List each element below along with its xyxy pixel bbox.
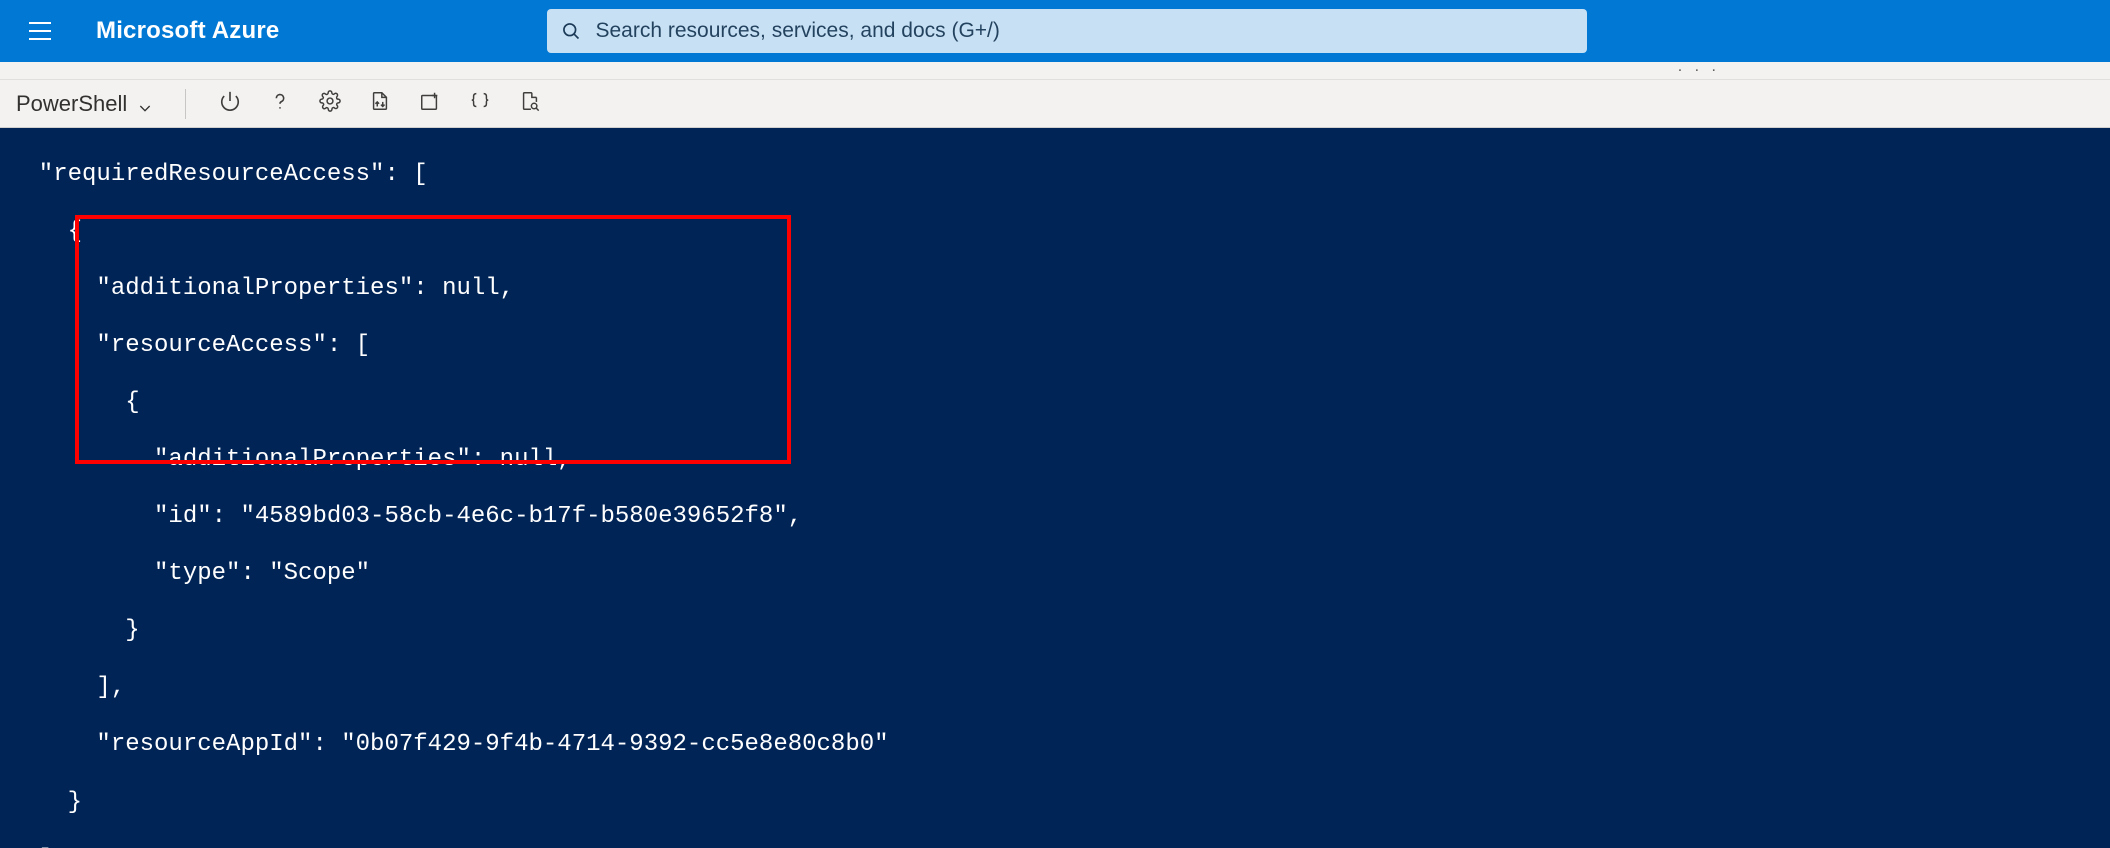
terminal-line: { <box>10 218 82 245</box>
cloud-shell-toolbar: PowerShell <box>0 80 2110 128</box>
header-divider: . . . <box>0 62 2110 80</box>
file-transfer-icon <box>369 90 391 117</box>
chevron-down-icon <box>137 96 153 112</box>
terminal-line: } <box>10 789 82 816</box>
terminal-line: "additionalProperties": null, <box>10 446 572 473</box>
search-input[interactable] <box>595 19 1573 43</box>
terminal-line: "type": "Scope" <box>10 560 370 587</box>
terminal-line: "resourceAccess": [ <box>10 332 370 359</box>
restart-shell-button[interactable] <box>208 85 252 123</box>
terminal-line: "id": "4589bd03-58cb-4e6c-b17f-b580e3965… <box>10 503 802 530</box>
help-button[interactable] <box>258 85 302 123</box>
terminal-line: { <box>10 389 140 416</box>
azure-header-bar: Microsoft Azure <box>0 0 2110 62</box>
terminal-line: "resourceAppId": "0b07f429-9f4b-4714-939… <box>10 731 889 758</box>
power-icon <box>219 90 241 117</box>
global-search[interactable] <box>547 9 1587 53</box>
new-tab-icon <box>419 90 441 117</box>
terminal-line: ], <box>10 674 125 701</box>
upload-download-button[interactable] <box>358 85 402 123</box>
settings-button[interactable] <box>308 85 352 123</box>
terminal-line: "requiredResourceAccess": [ <box>10 161 428 188</box>
toolbar-divider <box>185 89 186 119</box>
brand-label: Microsoft Azure <box>96 17 279 45</box>
search-icon <box>561 21 581 41</box>
braces-icon <box>469 90 491 117</box>
editor-button[interactable] <box>458 85 502 123</box>
overflow-ellipsis-icon[interactable]: . . . <box>1678 58 1720 76</box>
file-search-icon <box>519 90 541 117</box>
terminal-line: } <box>10 617 140 644</box>
terminal-line: "additionalProperties": null, <box>10 275 514 302</box>
question-icon <box>269 90 291 117</box>
shell-type-label: PowerShell <box>16 91 127 117</box>
cloud-shell-terminal[interactable]: "requiredResourceAccess": [ { "additiona… <box>0 128 2110 848</box>
shell-type-selector[interactable]: PowerShell <box>10 87 163 121</box>
menu-icon[interactable] <box>20 11 60 51</box>
gear-icon <box>319 90 341 117</box>
new-session-button[interactable] <box>408 85 452 123</box>
search-container <box>547 9 2098 53</box>
preview-button[interactable] <box>508 85 552 123</box>
